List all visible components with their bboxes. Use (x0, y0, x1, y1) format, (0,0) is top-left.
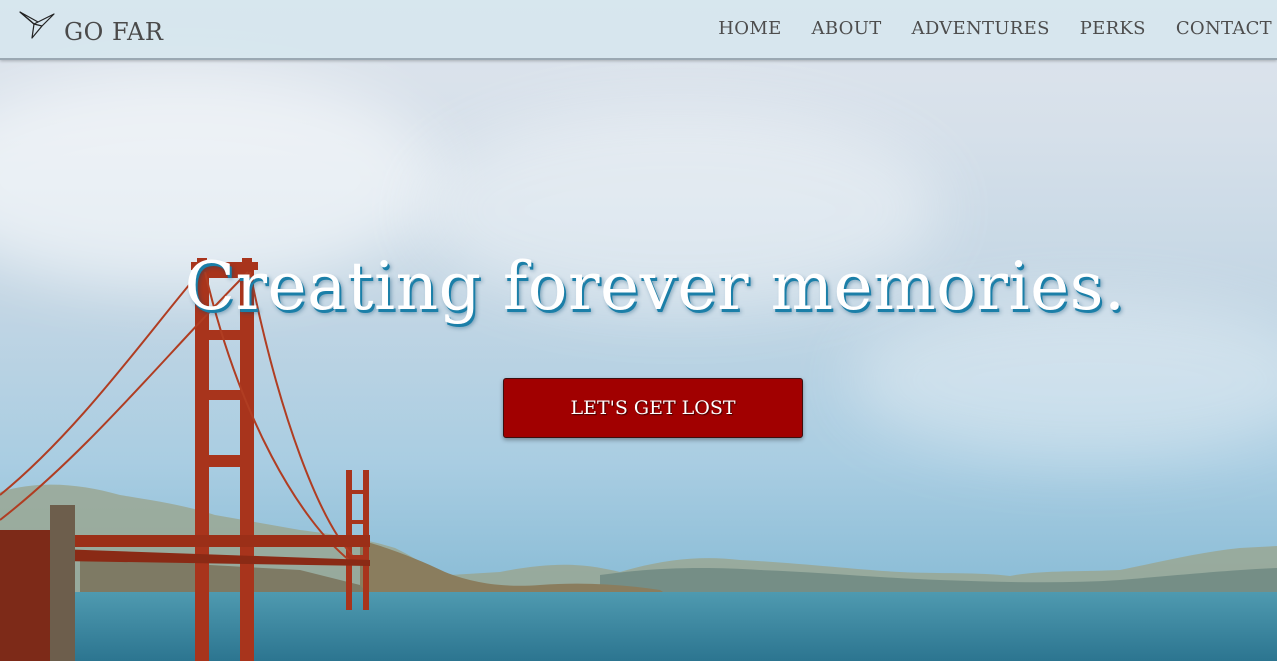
nav-adventures[interactable]: ADVENTURES (912, 18, 1050, 39)
navbar: GO FAR HOME ABOUT ADVENTURES PERKS CONTA… (0, 0, 1277, 60)
brand-name: GO FAR (64, 18, 164, 46)
hero-section (0, 0, 1277, 661)
nav-home[interactable]: HOME (718, 18, 781, 39)
nav-perks[interactable]: PERKS (1080, 18, 1146, 39)
main-nav: HOME ABOUT ADVENTURES PERKS CONTACT (718, 18, 1272, 39)
lets-get-lost-button[interactable]: LET'S GET LOST (503, 378, 803, 438)
nav-contact[interactable]: CONTACT (1176, 18, 1272, 39)
golden-gate-bridge-photo (0, 258, 1277, 661)
hero-headline: Creating forever memories. (184, 248, 1126, 325)
nav-about[interactable]: ABOUT (812, 18, 882, 39)
origami-bird-icon (19, 11, 55, 39)
brand-logo[interactable]: GO FAR (18, 8, 163, 44)
